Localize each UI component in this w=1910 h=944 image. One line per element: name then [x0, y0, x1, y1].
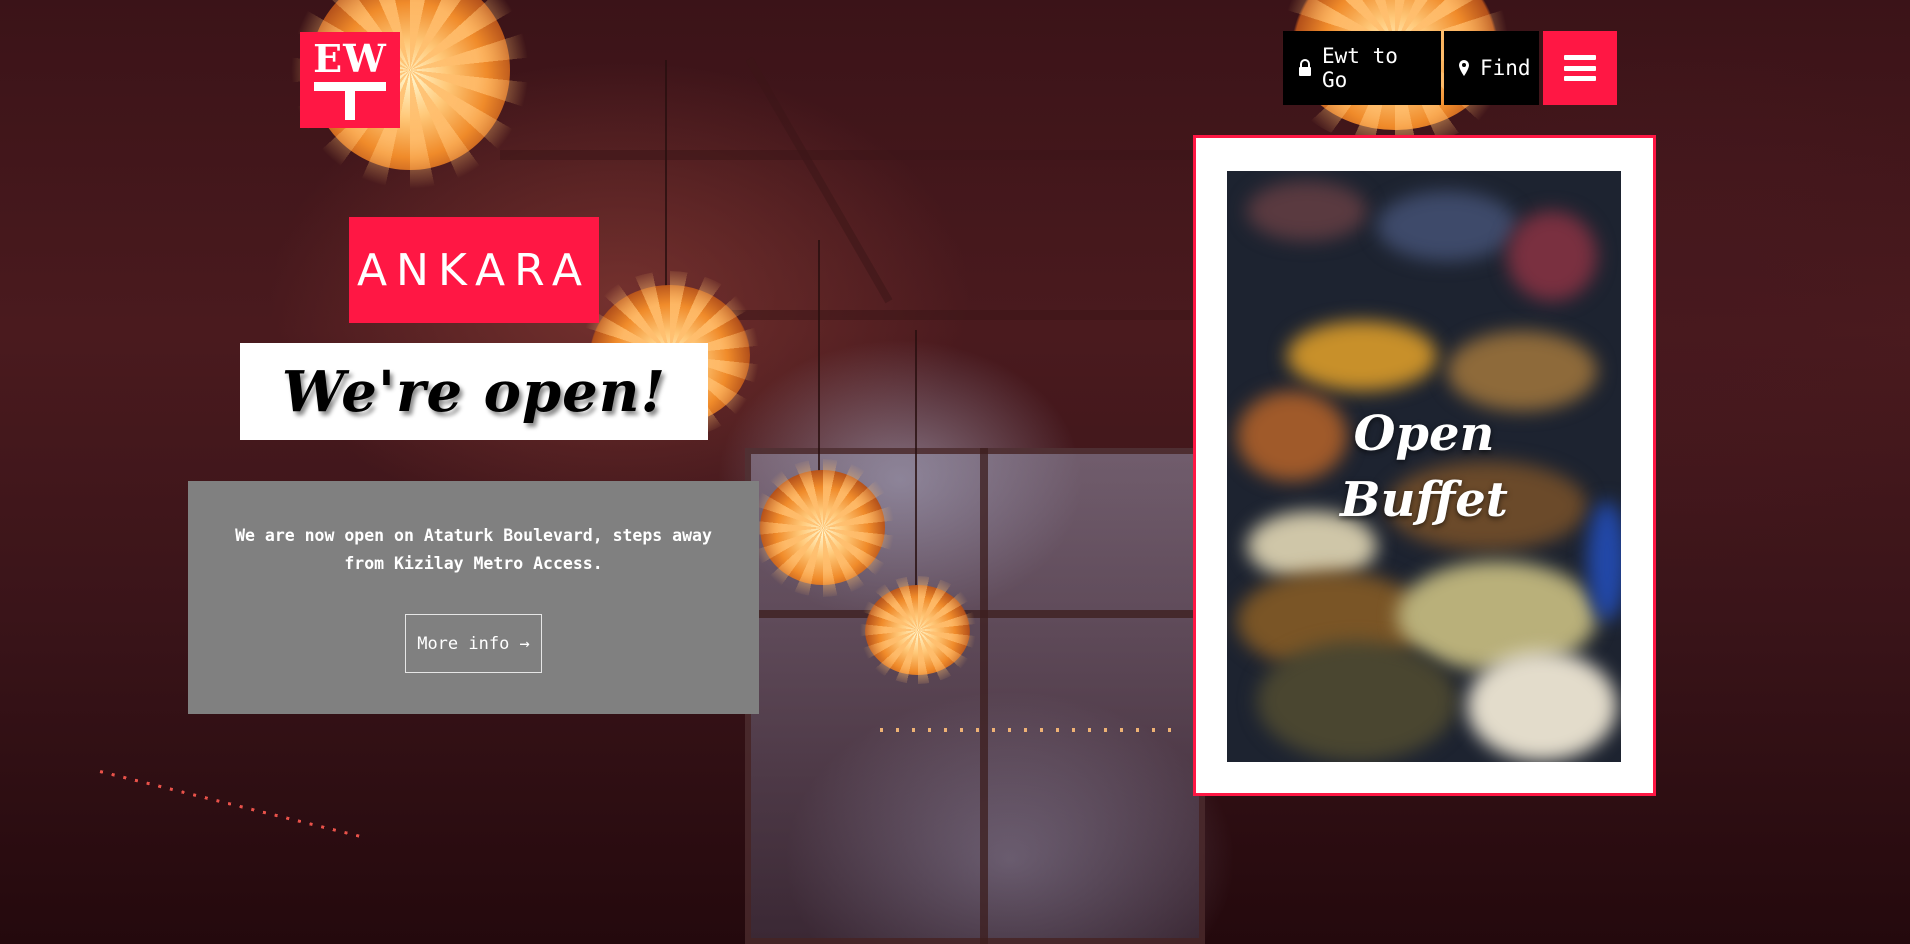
pendant-lamp [865, 585, 970, 675]
find-button[interactable]: Find [1444, 31, 1539, 105]
buffet-image: Open Buffet [1227, 171, 1621, 762]
menu-button[interactable] [1543, 31, 1617, 105]
promo-title: Open Buffet [1227, 401, 1621, 533]
lamp-cord [915, 330, 917, 610]
find-label: Find [1480, 56, 1531, 80]
more-info-button[interactable]: More info → [405, 614, 542, 673]
lamp-cord [665, 60, 667, 290]
promo-title-line2: Buffet [1340, 472, 1508, 528]
logo-text: EW [313, 36, 387, 81]
logo-t-stem [345, 82, 355, 120]
lamp-cord [818, 240, 820, 480]
city-label: ANKARA [349, 217, 599, 323]
lock-icon [1298, 59, 1312, 77]
promo-card[interactable]: Open Buffet [1193, 135, 1656, 796]
top-nav: Ewt to Go Find [1283, 31, 1617, 105]
ceiling-beam [500, 150, 1200, 160]
to-go-label: Ewt to Go [1322, 44, 1398, 92]
map-pin-icon [1458, 59, 1470, 77]
ceiling-beam [720, 310, 1190, 320]
pendant-lamp [760, 470, 885, 585]
hamburger-menu-icon [1564, 55, 1596, 81]
window-mullion [980, 448, 988, 944]
info-card: We are now open on Ataturk Boulevard, st… [188, 481, 759, 714]
info-description: We are now open on Ataturk Boulevard, st… [235, 526, 712, 573]
promo-title-line1: Open [1353, 406, 1495, 462]
string-lights [880, 728, 1180, 732]
brand-logo[interactable]: EW [300, 32, 400, 128]
open-headline: We're open! [240, 343, 708, 440]
to-go-button[interactable]: Ewt to Go [1283, 31, 1441, 105]
